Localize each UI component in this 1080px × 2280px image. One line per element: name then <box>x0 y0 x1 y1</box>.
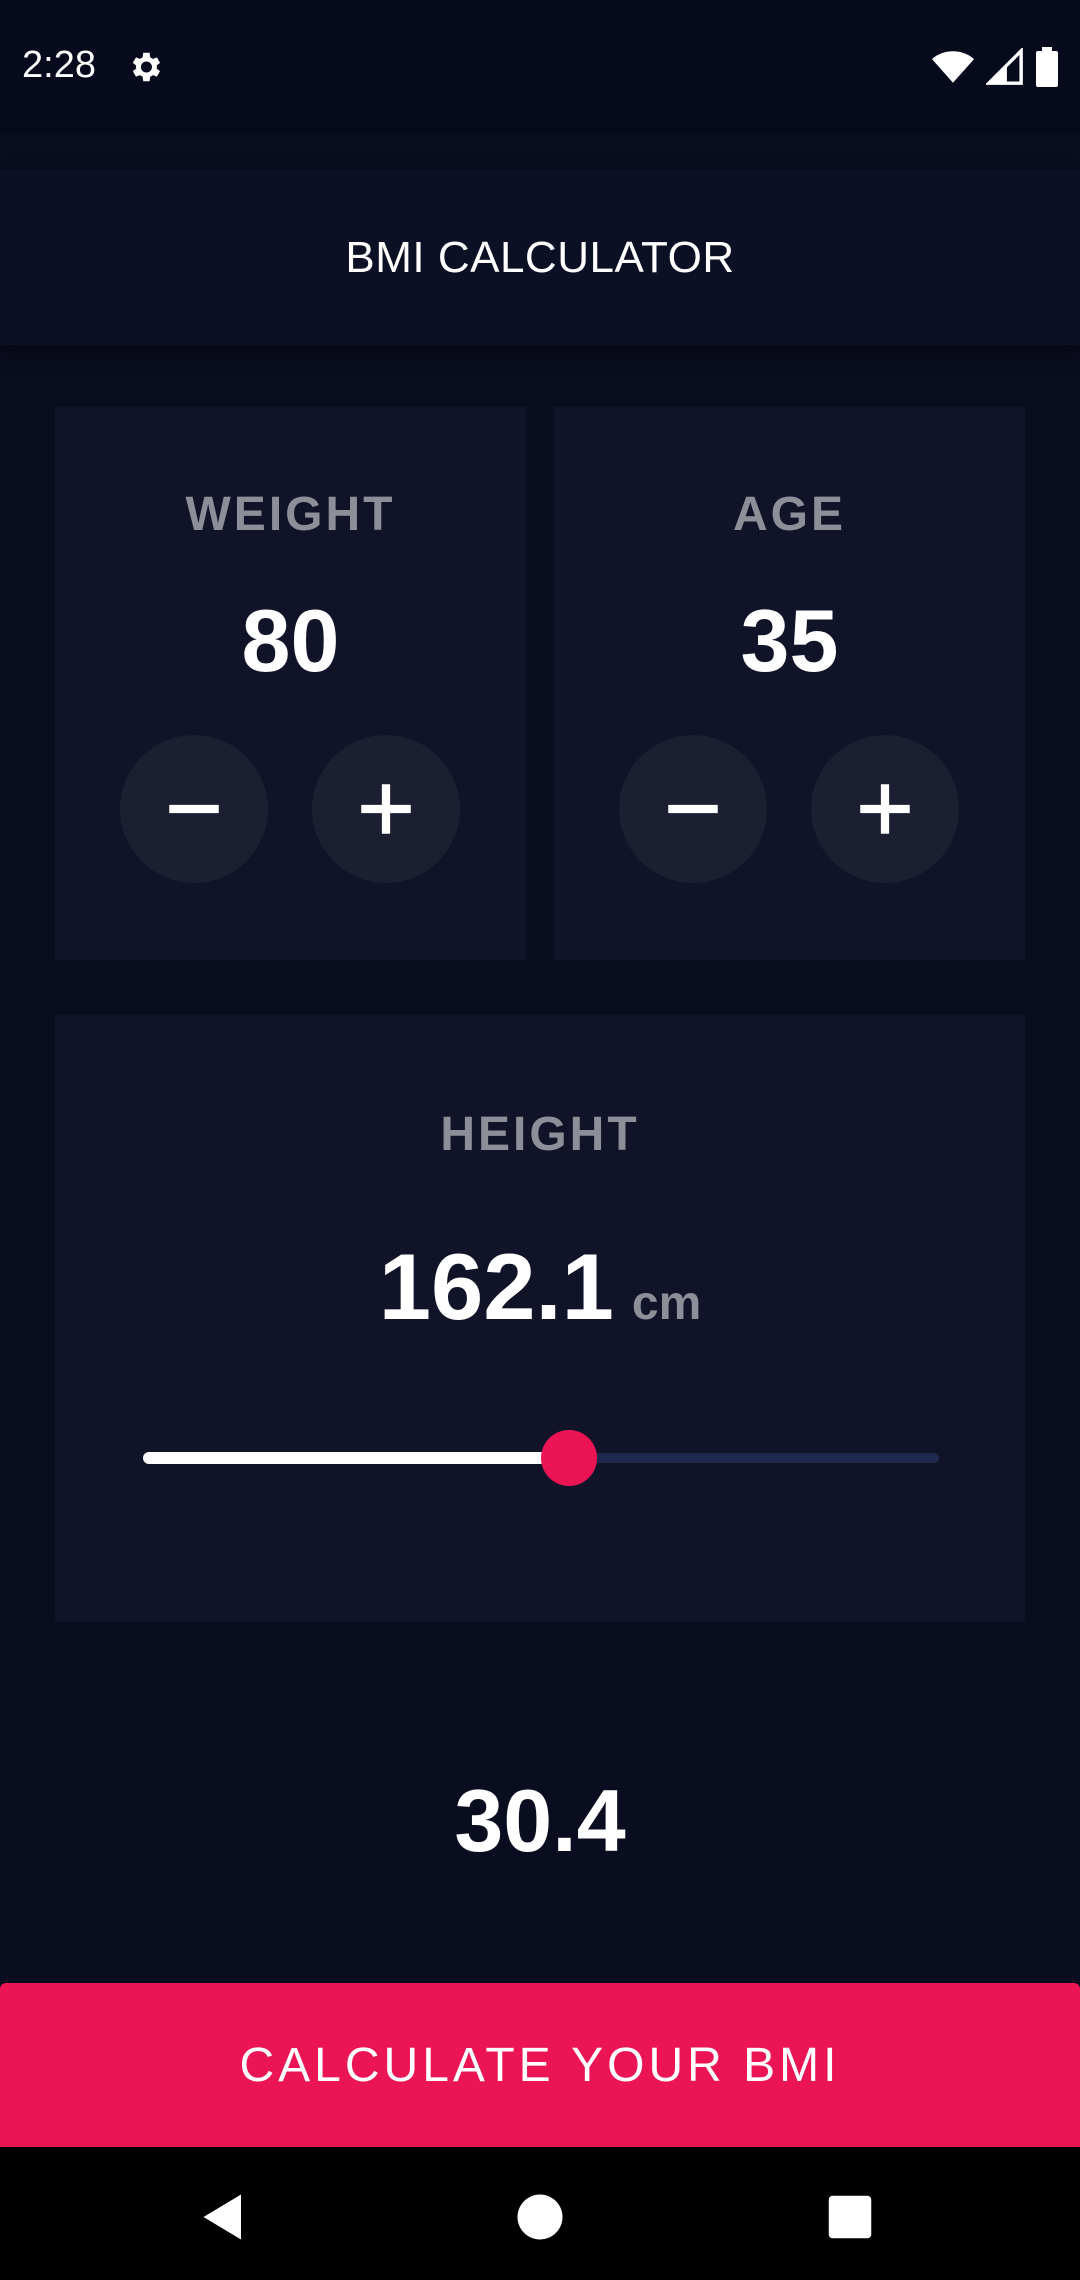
height-unit: cm <box>631 1277 702 1330</box>
minus-icon <box>169 804 219 814</box>
height-slider[interactable] <box>143 1428 939 1488</box>
status-bar: 2:28 <box>0 0 1080 134</box>
app-title: BMI CALCULATOR <box>345 232 735 282</box>
plus-icon <box>361 784 411 834</box>
age-value: 35 <box>740 591 839 690</box>
age-decrease-button[interactable] <box>619 735 767 883</box>
slider-thumb[interactable] <box>540 1430 597 1486</box>
back-icon[interactable] <box>196 2187 256 2247</box>
status-time: 2:28 <box>22 44 96 86</box>
signal-icon <box>986 48 1023 85</box>
weight-increase-button[interactable] <box>312 735 460 883</box>
wifi-icon <box>932 51 974 83</box>
height-card: HEIGHT 162.1 cm <box>55 1015 1025 1622</box>
height-label: HEIGHT <box>440 1108 640 1161</box>
slider-track-active <box>143 1452 569 1464</box>
height-value: 162.1 <box>378 1234 614 1339</box>
minus-icon <box>668 804 718 814</box>
age-label: AGE <box>732 488 846 541</box>
recents-icon[interactable] <box>820 2187 880 2247</box>
age-increase-button[interactable] <box>811 735 959 883</box>
weight-card: WEIGHT 80 <box>55 407 526 960</box>
home-icon[interactable] <box>510 2187 570 2247</box>
height-readout: 162.1 cm <box>55 1233 1025 1341</box>
nav-bar <box>0 2147 1080 2280</box>
battery-icon <box>1036 47 1058 87</box>
status-icons <box>932 46 1058 88</box>
calculate-button[interactable]: CALCULATE YOUR BMI <box>0 1983 1080 2147</box>
weight-decrease-button[interactable] <box>120 735 268 883</box>
weight-label: WEIGHT <box>185 488 396 541</box>
age-card: AGE 35 <box>554 407 1025 960</box>
bmi-result: 30.4 <box>454 1771 626 1870</box>
plus-icon <box>860 784 910 834</box>
gear-icon <box>132 52 161 82</box>
weight-value: 80 <box>241 591 340 690</box>
app-bar: BMI CALCULATOR <box>0 170 1080 345</box>
screen: 2:28 BMI CALCULATOR WEIGHT 80 AGE 35 HEI… <box>0 0 1080 2280</box>
